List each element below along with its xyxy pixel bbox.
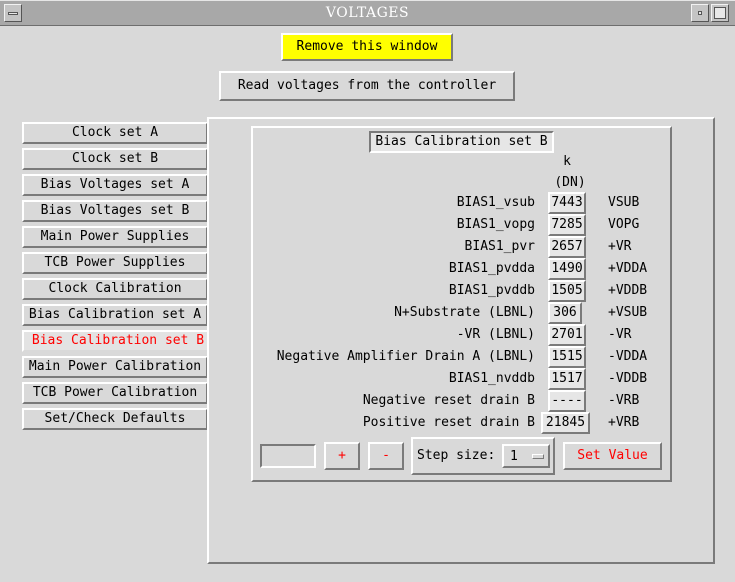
window-title: VOLTAGES bbox=[325, 5, 410, 21]
row-value[interactable]: 1517 bbox=[548, 368, 586, 390]
minimize-icon bbox=[698, 11, 702, 15]
row-value[interactable]: 1490 bbox=[548, 258, 586, 280]
row-signal: VOPG bbox=[608, 217, 640, 232]
set-value-button[interactable]: Set Value bbox=[563, 442, 662, 470]
row-value[interactable]: 2701 bbox=[548, 324, 586, 346]
row-signal: VSUB bbox=[608, 195, 640, 210]
row-signal: -VDDB bbox=[608, 371, 648, 386]
row-label: BIAS1_pvdda bbox=[448, 261, 535, 276]
nav-bias-voltages-set-a[interactable]: Bias Voltages set A bbox=[22, 174, 208, 196]
nav-tcb-power-supplies[interactable]: TCB Power Supplies bbox=[22, 252, 208, 274]
remove-window-button[interactable]: Remove this window bbox=[281, 33, 453, 61]
nav-main-power-calibration[interactable]: Main Power Calibration bbox=[22, 356, 208, 378]
row-value[interactable]: 7443 bbox=[548, 192, 586, 214]
row-value[interactable]: 306 bbox=[548, 302, 582, 324]
step-size-select[interactable]: 1 bbox=[502, 444, 550, 468]
row-value[interactable]: 1505 bbox=[548, 280, 586, 302]
row-label: Negative Amplifier Drain A (LBNL) bbox=[276, 349, 535, 364]
row-signal: -VRB bbox=[608, 393, 640, 408]
maximize-button[interactable] bbox=[711, 4, 729, 22]
title-bar: VOLTAGES bbox=[0, 0, 735, 26]
row-signal: -VDDA bbox=[608, 349, 648, 364]
nav-panel: Clock set A Clock set B Bias Voltages se… bbox=[16, 116, 214, 566]
column-header-k: k bbox=[563, 154, 571, 169]
nav-bias-calibration-set-a[interactable]: Bias Calibration set A bbox=[22, 304, 208, 326]
nav-bias-calibration-set-b[interactable]: Bias Calibration set B bbox=[22, 330, 214, 352]
nav-set-check-defaults[interactable]: Set/Check Defaults bbox=[22, 408, 208, 430]
row-label: BIAS1_pvddb bbox=[448, 283, 535, 298]
row-signal: +VDDB bbox=[608, 283, 648, 298]
nav-clock-calibration[interactable]: Clock Calibration bbox=[22, 278, 208, 300]
maximize-icon bbox=[714, 7, 726, 19]
row-label: BIAS1_nvddb bbox=[448, 371, 535, 386]
nav-clock-set-b[interactable]: Clock set B bbox=[22, 148, 208, 170]
nav-bias-voltages-set-b[interactable]: Bias Voltages set B bbox=[22, 200, 208, 222]
panel-title: Bias Calibration set B bbox=[369, 131, 554, 153]
row-value[interactable]: 1515 bbox=[548, 346, 586, 368]
option-menu-indicator-icon bbox=[532, 454, 544, 459]
nav-tcb-power-calibration[interactable]: TCB Power Calibration bbox=[22, 382, 208, 404]
row-value[interactable]: ---- bbox=[548, 390, 586, 412]
unit-header: (DN) bbox=[554, 175, 586, 190]
row-label: -VR (LBNL) bbox=[456, 327, 535, 342]
row-label: BIAS1_pvr bbox=[464, 239, 535, 254]
row-label: N+Substrate (LBNL) bbox=[394, 305, 535, 320]
row-label: BIAS1_vopg bbox=[456, 217, 535, 232]
row-signal: +VDDA bbox=[608, 261, 648, 276]
increment-button[interactable]: + bbox=[324, 442, 360, 470]
row-signal: +VR bbox=[608, 239, 632, 254]
row-label: Negative reset drain B bbox=[362, 393, 535, 408]
row-label: BIAS1_vsub bbox=[456, 195, 535, 210]
row-signal: +VRB bbox=[608, 415, 640, 430]
minimize-button[interactable] bbox=[691, 4, 709, 22]
row-value[interactable]: 7285 bbox=[548, 214, 586, 236]
row-label: Positive reset drain B bbox=[362, 415, 535, 430]
step-size-label: Step size: bbox=[417, 448, 496, 463]
row-signal: +VSUB bbox=[608, 305, 648, 320]
read-voltages-button[interactable]: Read voltages from the controller bbox=[219, 71, 515, 101]
row-value[interactable]: 2657 bbox=[548, 236, 586, 258]
row-signal: -VR bbox=[608, 327, 632, 342]
nav-clock-set-a[interactable]: Clock set A bbox=[22, 122, 208, 144]
decrement-button[interactable]: - bbox=[368, 442, 404, 470]
nav-main-power-supplies[interactable]: Main Power Supplies bbox=[22, 226, 208, 248]
value-input[interactable] bbox=[260, 444, 316, 468]
step-size-value: 1 bbox=[510, 449, 518, 464]
row-value[interactable]: 21845 bbox=[541, 412, 590, 434]
